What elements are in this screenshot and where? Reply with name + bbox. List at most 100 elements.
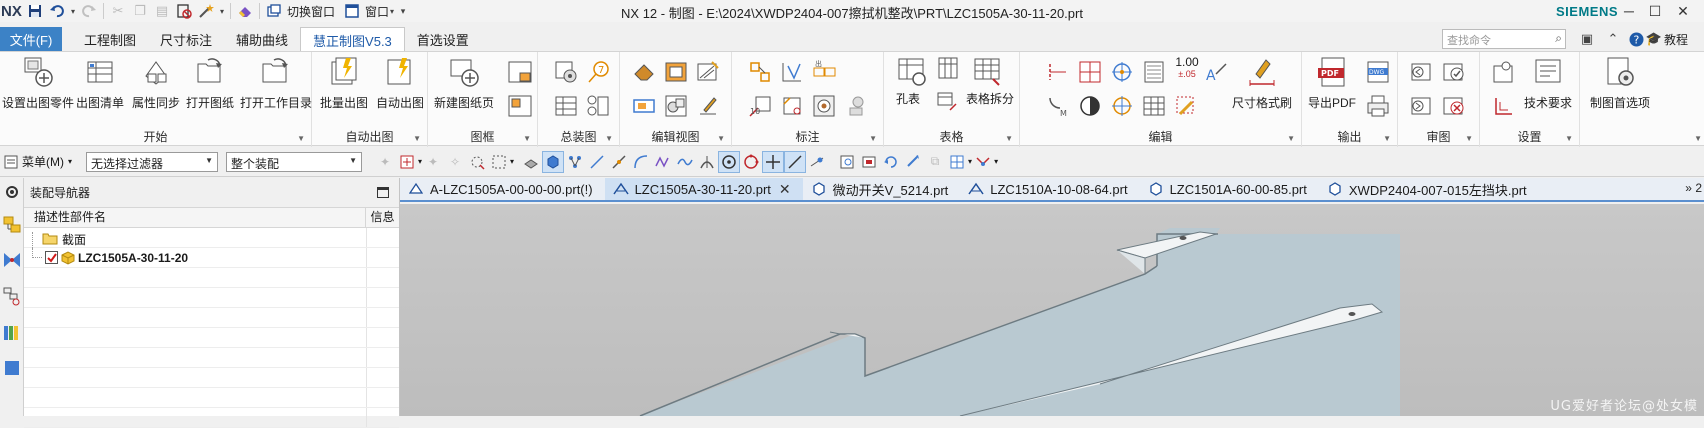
frame-template-icon[interactable] <box>506 58 534 86</box>
table-edit-icon[interactable] <box>1140 92 1168 120</box>
doc-tab[interactable]: XWDP2404-007-015左挡块.prt <box>1319 178 1539 200</box>
column-part-name[interactable]: 描述性部件名 <box>24 208 366 227</box>
existing-point-icon[interactable] <box>762 150 785 173</box>
view-zoom-icon[interactable] <box>858 151 880 173</box>
constraint-navigator-icon[interactable] <box>1 246 23 274</box>
spring-icon[interactable] <box>1140 58 1168 86</box>
close-tab-icon[interactable]: ✕ <box>779 181 791 198</box>
magic-wand-icon[interactable] <box>195 1 217 21</box>
deselect-icon[interactable]: ✦ <box>422 151 444 173</box>
quadrant-point-icon[interactable] <box>740 151 762 173</box>
drafting-prefs-button[interactable]: 制图首选项 <box>1590 54 1650 111</box>
review-check-icon[interactable] <box>1440 58 1468 86</box>
weld-symbol-icon[interactable] <box>842 92 870 120</box>
settings-user-icon[interactable] <box>1490 58 1518 86</box>
group-expand-icon[interactable]: ▼ <box>1465 134 1473 143</box>
window-dropdown-icon[interactable]: ▾ <box>387 1 397 21</box>
save-icon[interactable] <box>24 1 46 21</box>
doc-tab[interactable]: LZC1510A-10-08-64.prt <box>960 178 1139 200</box>
tutorial-icon[interactable]: 🎓 <box>1645 30 1663 48</box>
set-drawing-part-button[interactable]: 设置出图零件 <box>2 54 74 111</box>
print-icon[interactable] <box>1364 92 1392 120</box>
curve-select-icon[interactable] <box>586 151 608 173</box>
column-info[interactable]: 信息 <box>366 208 399 227</box>
tree-row-section[interactable]: 截面 <box>24 228 399 248</box>
group-expand-icon[interactable]: ▼ <box>717 134 725 143</box>
surface-finish-icon[interactable] <box>778 58 806 86</box>
search-icon[interactable]: ⌕ <box>1555 31 1562 46</box>
menu-icon[interactable] <box>0 151 22 173</box>
collapse-ribbon-icon[interactable]: ⌃ <box>1604 30 1622 48</box>
chamfer-dim-icon[interactable] <box>778 92 806 120</box>
tab-dimensions[interactable]: 尺寸标注 <box>148 27 224 51</box>
wave-select-icon[interactable] <box>674 151 696 173</box>
layer-icon[interactable]: ⧉ <box>924 151 946 173</box>
doc-tab-active[interactable]: LZC1505A-30-11-20.prt ✕ <box>604 178 803 200</box>
spline-select-icon[interactable] <box>652 151 674 173</box>
snap-select-icon[interactable]: ✦ <box>374 151 396 173</box>
group-expand-icon[interactable]: ▼ <box>605 134 613 143</box>
cut-icon[interactable]: ✂ <box>107 1 129 21</box>
settings-dim-icon[interactable] <box>1490 92 1518 120</box>
customize-qa-icon[interactable]: ▾ <box>397 1 409 21</box>
table-leader-icon[interactable] <box>934 88 962 116</box>
tech-requirements-button[interactable]: 技术要求 <box>1524 54 1572 111</box>
rect-select-icon[interactable] <box>488 151 510 173</box>
help-icon[interactable]: ? <box>1627 30 1645 48</box>
view-align-icon[interactable] <box>662 92 690 120</box>
face-select-icon[interactable] <box>520 151 542 173</box>
intersection-icon[interactable] <box>696 151 718 173</box>
tutorial-link[interactable]: 教程 <box>1664 31 1688 48</box>
line-point-icon[interactable] <box>784 150 807 173</box>
paste-icon[interactable]: ▤ <box>151 1 173 21</box>
point-on-face-icon[interactable] <box>806 151 828 173</box>
minimize-icon[interactable]: ─ <box>1616 0 1642 22</box>
switch-window-icon[interactable] <box>263 1 285 21</box>
open-drawing-button[interactable]: 打开图纸 <box>186 54 234 111</box>
view-brush-icon[interactable] <box>694 92 722 120</box>
tab-aux-curves[interactable]: 辅助曲线 <box>224 27 300 51</box>
body-select-icon[interactable] <box>542 150 565 173</box>
dwg-icon[interactable]: DWG <box>1364 58 1392 86</box>
tree-row-part[interactable]: LZC1505A-30-11-20 <box>24 248 399 268</box>
group-expand-icon[interactable]: ▼ <box>523 134 531 143</box>
orient-view-icon[interactable] <box>972 151 994 173</box>
hole-callout-icon[interactable] <box>810 92 838 120</box>
filter-icon[interactable]: ✧ <box>444 151 466 173</box>
center-mark-icon[interactable] <box>1108 58 1136 86</box>
drawing-list-button[interactable]: 出图清单 <box>76 54 124 111</box>
table-split-icon[interactable] <box>970 54 1006 90</box>
selection-filter-select[interactable]: 无选择过滤器 ▼ <box>86 151 219 172</box>
hole-table-icon[interactable] <box>894 54 930 90</box>
gear-icon[interactable] <box>1 178 23 206</box>
view-fit-icon[interactable] <box>836 151 858 173</box>
export-pdf-button[interactable]: PDF 导出PDF <box>1308 54 1356 111</box>
dim-line-icon[interactable] <box>1044 58 1072 86</box>
attribute-sync-button[interactable]: 属性同步 <box>132 54 180 111</box>
history-icon[interactable] <box>1 354 23 382</box>
menu-dropdown-icon[interactable]: ▾ <box>68 157 72 166</box>
window-menu-button[interactable]: 窗口 <box>365 3 389 20</box>
undo-dropdown-icon[interactable]: ▾ <box>68 1 78 21</box>
group-expand-icon[interactable]: ▼ <box>1383 134 1391 143</box>
part-navigator-icon[interactable] <box>1 282 23 310</box>
batch-drawing-button[interactable]: 批量出图 <box>320 54 368 111</box>
dropdown-icon[interactable]: ▾ <box>510 157 514 166</box>
view-move-icon[interactable] <box>630 92 658 120</box>
file-menu[interactable]: 文件(F) <box>0 27 62 51</box>
balloon-list-icon[interactable] <box>584 92 612 120</box>
maximize-panel-icon[interactable] <box>377 187 389 198</box>
review-reject-icon[interactable] <box>1440 92 1468 120</box>
close-icon[interactable]: ✕ <box>1670 0 1696 22</box>
text-style-icon[interactable]: A <box>1202 58 1230 86</box>
leader-note-icon[interactable]: 10 <box>746 92 774 120</box>
group-expand-icon[interactable]: ▼ <box>1005 134 1013 143</box>
more-tabs-button[interactable]: » 2 <box>1685 181 1702 195</box>
maximize-icon[interactable]: ☐ <box>1642 0 1668 22</box>
balloon-7-icon[interactable]: 7 <box>584 58 612 86</box>
label-out-icon[interactable]: 出 <box>810 58 838 86</box>
copy-icon[interactable]: ❐ <box>129 1 151 21</box>
center-line-icon[interactable] <box>1108 92 1136 120</box>
select-all-icon[interactable] <box>396 151 418 173</box>
component-select-icon[interactable] <box>564 151 586 173</box>
